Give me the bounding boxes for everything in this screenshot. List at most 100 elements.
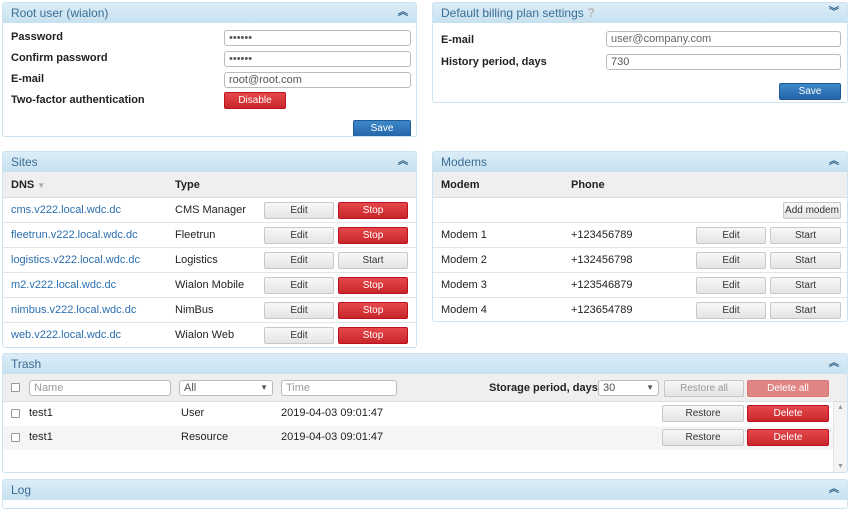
edit-button[interactable]: Edit xyxy=(264,302,334,319)
restore-button[interactable]: Restore xyxy=(662,405,744,422)
scrollbar[interactable]: ▲ ▼ xyxy=(833,402,847,472)
modem-name: Modem 1 xyxy=(441,229,487,241)
edit-button[interactable]: Edit xyxy=(696,252,766,269)
collapse-icon[interactable]: ︽ xyxy=(829,354,839,374)
site-dns-link[interactable]: cms.v222.local.wdc.dc xyxy=(11,204,121,216)
scroll-down-icon[interactable]: ▼ xyxy=(837,463,844,470)
collapse-icon[interactable]: ︽ xyxy=(829,152,839,172)
start-button[interactable]: Start xyxy=(770,252,841,269)
modem-row: Modem 1 +123456789 Edit Start xyxy=(433,223,847,248)
save-button[interactable]: Save xyxy=(353,120,411,136)
start-button[interactable]: Start xyxy=(770,302,841,319)
trash-time: 2019-04-03 09:01:47 xyxy=(281,431,384,443)
panel-title: Modems xyxy=(441,155,488,169)
modems-panel: Modems ︽ Modem Phone Add modem Modem 1 +1… xyxy=(432,151,848,322)
time-filter-input[interactable]: Time xyxy=(281,380,397,396)
panel-title: Default billing plan settings xyxy=(441,6,584,20)
row-checkbox[interactable] xyxy=(11,433,20,442)
restore-all-button[interactable]: Restore all xyxy=(664,380,744,397)
email-input[interactable]: root@root.com xyxy=(224,72,411,88)
billing-panel: Default billing plan settings ? ︾ E-mail … xyxy=(432,2,848,103)
site-dns-link[interactable]: logistics.v222.local.wdc.dc xyxy=(11,254,140,266)
disable-2fa-button[interactable]: Disable xyxy=(224,92,286,109)
type-filter-select[interactable]: All ▼ xyxy=(179,380,273,396)
dropdown-icon: ▼ xyxy=(646,383,654,392)
password-input[interactable]: •••••• xyxy=(224,30,411,46)
expand-icon[interactable]: ︾ xyxy=(829,3,839,23)
root-user-panel: Root user (wialon) ︽ Password •••••• Conf… xyxy=(2,2,417,137)
delete-all-button[interactable]: Delete all xyxy=(747,380,829,397)
table-header: Modem Phone xyxy=(433,172,847,198)
stop-button[interactable]: Stop xyxy=(338,277,408,294)
edit-button[interactable]: Edit xyxy=(264,252,334,269)
trash-name: test1 xyxy=(29,431,53,443)
trash-name: test1 xyxy=(29,407,53,419)
confirm-password-input[interactable]: •••••• xyxy=(224,51,411,67)
panel-header[interactable]: Sites ︽ xyxy=(3,152,416,172)
twofa-label: Two-factor authentication xyxy=(11,94,145,106)
edit-button[interactable]: Edit xyxy=(264,277,334,294)
trash-time: 2019-04-03 09:01:47 xyxy=(281,407,384,419)
modem-row: Modem 4 +123654789 Edit Start xyxy=(433,298,847,321)
restore-button[interactable]: Restore xyxy=(662,429,744,446)
trash-row: test1 User 2019-04-03 09:01:47 Restore D… xyxy=(3,402,833,426)
scroll-up-icon[interactable]: ▲ xyxy=(837,404,844,411)
help-icon[interactable]: ? xyxy=(587,5,595,20)
site-dns-link[interactable]: m2.v222.local.wdc.dc xyxy=(11,279,116,291)
history-input[interactable]: 730 xyxy=(606,54,841,70)
panel-header[interactable]: Default billing plan settings ? ︾ xyxy=(433,3,847,23)
billing-email-input[interactable]: user@company.com xyxy=(606,31,841,47)
site-dns-link[interactable]: fleetrun.v222.local.wdc.dc xyxy=(11,229,138,241)
panel-header[interactable]: Log ︽ xyxy=(3,480,847,500)
modem-phone: +132456798 xyxy=(571,254,633,266)
sites-panel: Sites ︽ DNS ▼ Type cms.v222.local.wdc.dc … xyxy=(2,151,417,348)
site-type: NimBus xyxy=(175,304,214,316)
modem-phone: +123654789 xyxy=(571,304,633,316)
edit-button[interactable]: Edit xyxy=(696,302,766,319)
panel-title: Log xyxy=(11,483,32,497)
confirm-password-label: Confirm password xyxy=(11,52,108,64)
collapse-icon[interactable]: ︽ xyxy=(398,152,408,172)
password-label: Password xyxy=(11,31,63,43)
row-checkbox[interactable] xyxy=(11,409,20,418)
collapse-icon[interactable]: ︽ xyxy=(829,480,839,500)
edit-button[interactable]: Edit xyxy=(696,277,766,294)
dropdown-icon: ▼ xyxy=(260,383,268,392)
collapse-icon[interactable]: ︽ xyxy=(398,3,408,23)
history-label: History period, days xyxy=(441,56,547,68)
site-dns-link[interactable]: web.v222.local.wdc.dc xyxy=(11,329,121,341)
stop-button[interactable]: Stop xyxy=(338,327,408,344)
select-all-checkbox[interactable] xyxy=(11,383,20,392)
edit-button[interactable]: Edit xyxy=(264,227,334,244)
start-button[interactable]: Start xyxy=(770,227,841,244)
name-filter-input[interactable]: Name xyxy=(29,380,171,396)
site-type: Wialon Mobile xyxy=(175,279,245,291)
add-modem-button[interactable]: Add modem xyxy=(783,202,841,219)
stop-button[interactable]: Stop xyxy=(338,202,408,219)
site-row: web.v222.local.wdc.dc Wialon Web Edit St… xyxy=(3,323,416,347)
stop-button[interactable]: Stop xyxy=(338,227,408,244)
site-type: CMS Manager xyxy=(175,204,246,216)
start-button[interactable]: Start xyxy=(770,277,841,294)
modem-name: Modem 2 xyxy=(441,254,487,266)
trash-type: User xyxy=(181,407,205,419)
storage-select[interactable]: 30 ▼ xyxy=(598,380,659,396)
col-dns[interactable]: DNS ▼ xyxy=(11,179,45,191)
delete-button[interactable]: Delete xyxy=(747,429,829,446)
start-button[interactable]: Start xyxy=(338,252,408,269)
trash-row: test1 Resource 2019-04-03 09:01:47 Resto… xyxy=(3,426,833,450)
site-type: Wialon Web xyxy=(175,329,235,341)
panel-header[interactable]: Root user (wialon) ︽ xyxy=(3,3,416,23)
edit-button[interactable]: Edit xyxy=(264,202,334,219)
billing-save-button[interactable]: Save xyxy=(779,83,841,100)
site-dns-link[interactable]: nimbus.v222.local.wdc.dc xyxy=(11,304,136,316)
trash-type: Resource xyxy=(181,431,229,443)
panel-header[interactable]: Modems ︽ xyxy=(433,152,847,172)
edit-button[interactable]: Edit xyxy=(264,327,334,344)
edit-button[interactable]: Edit xyxy=(696,227,766,244)
delete-button[interactable]: Delete xyxy=(747,405,829,422)
toolbar-row: Add modem xyxy=(433,198,847,223)
modem-phone: +123456789 xyxy=(571,229,633,241)
panel-header[interactable]: Trash ︽ xyxy=(3,354,847,374)
stop-button[interactable]: Stop xyxy=(338,302,408,319)
